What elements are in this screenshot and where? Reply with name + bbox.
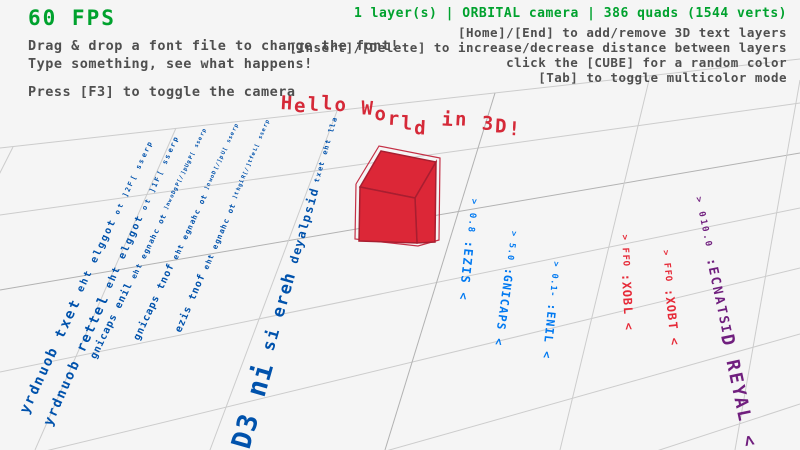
hint-multicolor: [Tab] to toggle multicolor mode [538, 70, 787, 85]
app-window: press [F2] to toggle the text boundry pr… [0, 0, 800, 450]
cube[interactable] [355, 146, 440, 246]
status-line: 1 layer(s) | ORBITAL camera | 386 quads … [354, 6, 787, 21]
hint-type: Type something, see what happens! [28, 56, 313, 72]
hint-layers: [Home]/[End] to add/remove 3D text layer… [458, 25, 787, 40]
hint-layer-distance: [Insert]/[Delete] to increase/decrease d… [289, 40, 787, 55]
hint-cube-color: click the [CUBE] for a random color [506, 55, 787, 70]
hint-camera-toggle: Press [F3] to toggle the camera [28, 84, 295, 100]
fps-counter: 60 FPS [28, 6, 116, 30]
